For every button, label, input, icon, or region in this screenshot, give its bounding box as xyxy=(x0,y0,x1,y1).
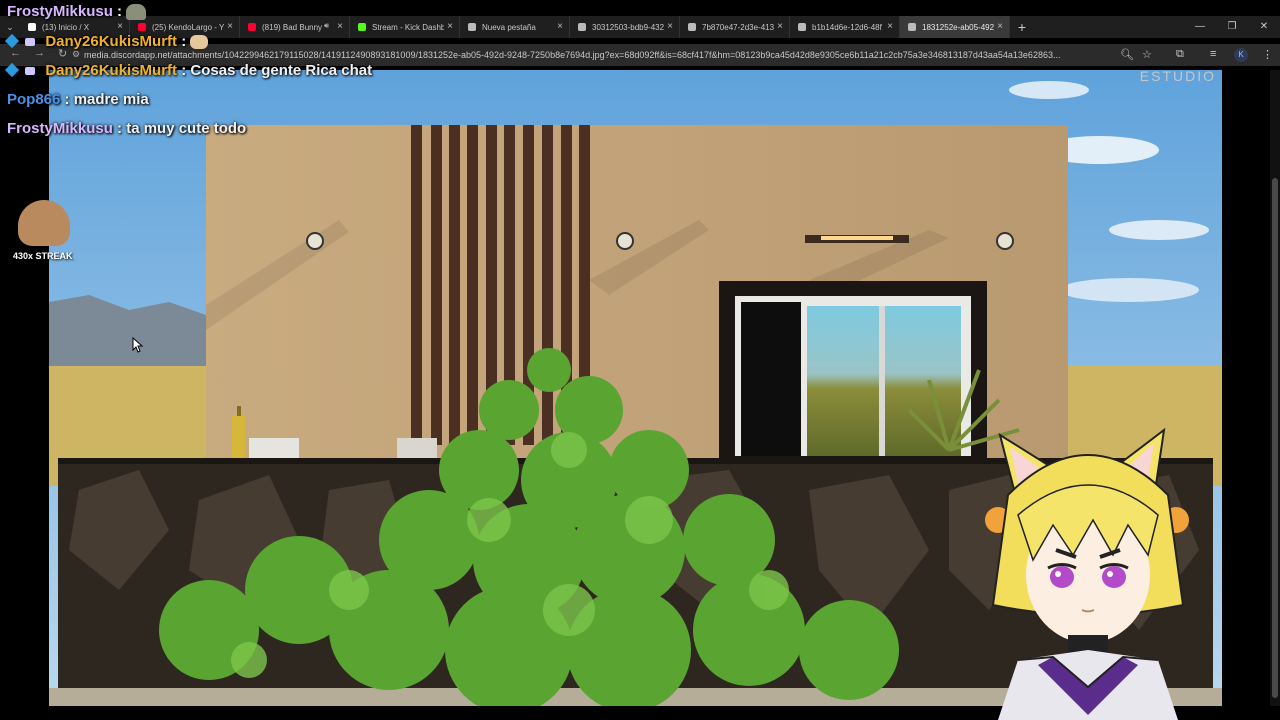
tab-title: 30312503-bdb9-432 xyxy=(592,22,664,32)
x-logo-icon xyxy=(28,23,36,31)
youtube-icon xyxy=(248,23,256,31)
tab-close-icon[interactable]: × xyxy=(887,21,893,32)
chat-username: FrostyMikkusu xyxy=(7,3,113,20)
tab-close-icon[interactable]: × xyxy=(997,21,1003,32)
browser-tab[interactable]: 1831252e-ab05-492 × xyxy=(900,16,1010,38)
chat-separator: : xyxy=(177,33,187,50)
tab-title: (25) KendoLargo - Yo xyxy=(152,22,224,32)
globe-icon xyxy=(908,23,916,31)
chat-text: Cosas de gente Rica chat xyxy=(186,62,373,79)
tab-close-icon[interactable]: × xyxy=(777,21,783,32)
tab-title: (13) Inicio / X xyxy=(42,22,90,32)
chat-separator: : xyxy=(177,62,187,79)
zoom-icon[interactable]: 🔍︎ xyxy=(1120,48,1134,61)
badge-cube-icon xyxy=(4,62,20,78)
streak-counter: 430x STREAK xyxy=(13,251,73,261)
tab-title: b1b14d6e-12d6-48f xyxy=(812,22,882,32)
studio-watermark: ESTUDIO xyxy=(1139,70,1216,84)
badge-crown-icon xyxy=(25,38,36,46)
browser-tab[interactable]: Nueva pestaña × xyxy=(460,16,570,38)
chat-username: Dany26KukisMurft xyxy=(45,33,178,50)
youtube-icon xyxy=(138,23,146,31)
close-window-icon[interactable]: ✕ xyxy=(1248,16,1280,38)
browser-tab[interactable]: Stream - Kick Dashbo × xyxy=(350,16,460,38)
globe-icon xyxy=(798,23,806,31)
chat-message: Dany26KukisMurft : xyxy=(4,33,209,50)
chat-message: FrostyMikkusu : ta muy cute todo xyxy=(7,120,246,137)
tab-audio-icon[interactable]: 🔊︎ xyxy=(324,21,329,31)
profile-avatar[interactable]: K xyxy=(1234,48,1248,62)
chrome-icon xyxy=(468,23,476,31)
bookmark-star-icon[interactable]: ☆ xyxy=(1142,48,1152,61)
new-tab-button[interactable]: + xyxy=(1010,19,1034,35)
chat-username: Dany26KukisMurft xyxy=(45,62,178,79)
globe-icon xyxy=(578,23,586,31)
tab-close-icon[interactable]: × xyxy=(667,21,673,32)
tab-close-icon[interactable]: × xyxy=(447,21,453,32)
streak-hamster-icon xyxy=(18,200,70,246)
minimize-icon[interactable]: — xyxy=(1184,16,1216,38)
badge-crown-icon xyxy=(25,67,36,75)
chat-text: ta muy cute todo xyxy=(122,120,247,137)
menu-kebab-icon[interactable]: ⋮ xyxy=(1262,48,1273,61)
chat-message: FrostyMikkusu : xyxy=(7,3,147,21)
tab-list-dropdown-icon[interactable]: ⌄ xyxy=(0,22,20,33)
tab-title: 7b870e47-2d3e-413 xyxy=(702,22,774,32)
tab-title: Stream - Kick Dashbo xyxy=(372,22,444,32)
chat-text: madre mia xyxy=(69,91,149,108)
tab-title: Nueva pestaña xyxy=(482,22,536,32)
browser-tab[interactable]: 30312503-bdb9-432 × xyxy=(570,16,680,38)
page-scrollbar[interactable] xyxy=(1270,70,1280,706)
tab-title: 1831252e-ab05-492 xyxy=(922,22,994,32)
chat-separator: : xyxy=(60,91,70,108)
emote-icon xyxy=(190,35,209,50)
tab-close-icon[interactable]: × xyxy=(117,21,123,32)
site-info-icon[interactable]: ⚙ xyxy=(72,49,80,60)
chat-username: Pop866 xyxy=(7,91,61,108)
tab-close-icon[interactable]: × xyxy=(557,21,563,32)
tab-close-icon[interactable]: × xyxy=(227,21,233,32)
chat-message: Dany26KukisMurft : Cosas de gente Rica c… xyxy=(4,62,373,79)
emote-icon xyxy=(126,4,147,21)
browser-tab[interactable]: 7b870e47-2d3e-413 × xyxy=(680,16,790,38)
extensions-icon[interactable]: ⧉ xyxy=(1176,48,1184,61)
window-controls: — ❐ ✕ xyxy=(1184,16,1280,38)
kick-icon xyxy=(358,23,366,31)
vtuber-avatar xyxy=(985,427,1189,720)
globe-icon xyxy=(688,23,696,31)
badge-cube-icon xyxy=(4,33,20,49)
url-field[interactable]: media.discordapp.net/attachments/1042299… xyxy=(84,47,1114,63)
chat-separator: : xyxy=(112,3,123,20)
mouse-cursor-icon xyxy=(132,337,144,353)
chat-username: FrostyMikkusu xyxy=(7,120,113,137)
chat-separator: : xyxy=(112,120,123,137)
chat-message: Pop866 : madre mia xyxy=(7,91,149,108)
scrollbar-thumb[interactable] xyxy=(1272,178,1278,698)
tab-close-icon[interactable]: × xyxy=(337,21,343,32)
media-controls-icon[interactable]: ≡ xyxy=(1210,48,1216,60)
maximize-icon[interactable]: ❐ xyxy=(1216,16,1248,38)
browser-tab[interactable]: (819) Bad Bunny 🔊︎ × xyxy=(240,16,350,38)
browser-tab[interactable]: b1b14d6e-12d6-48f × xyxy=(790,16,900,38)
